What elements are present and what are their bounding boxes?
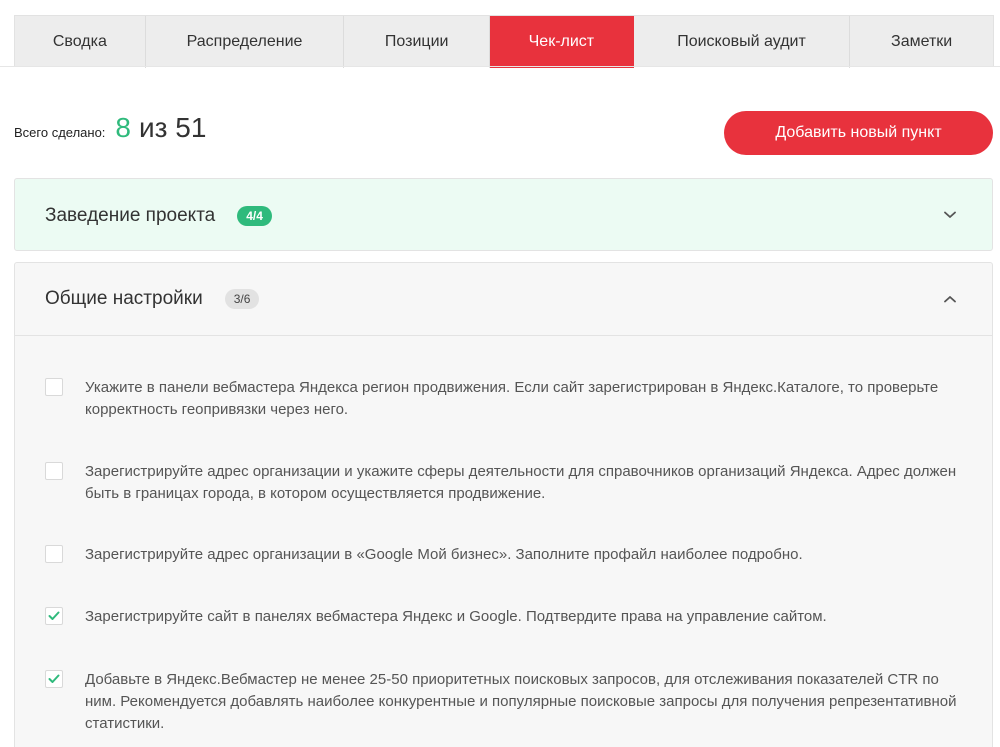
checklist-item-text: Зарегистрируйте адрес организации в «Goo… (85, 546, 803, 563)
section-header[interactable]: Заведение проекта 4/4 (15, 179, 992, 252)
tab-distribution[interactable]: Распределение (146, 16, 345, 68)
check-icon (48, 674, 60, 683)
section-project-setup: Заведение проекта 4/4 (14, 178, 993, 251)
progress-badge: 3/6 (224, 289, 260, 309)
checkbox[interactable] (45, 378, 63, 396)
tab-positions[interactable]: Позиции (344, 16, 491, 68)
checklist-item: Зарегистрируйте сайт в панелях вебмастер… (45, 606, 965, 628)
checkbox[interactable] (45, 462, 63, 480)
checklist-item-text: Зарегистрируйте адрес организации и укаж… (85, 463, 957, 502)
section-title: Заведение проекта (45, 204, 216, 226)
tab-search-audit[interactable]: Поисковый аудит (634, 16, 851, 68)
tab-label: Распределение (186, 33, 303, 50)
checkbox-checked[interactable] (45, 670, 63, 688)
chevron-down-icon[interactable] (942, 207, 958, 223)
checklist-item-text: Укажите в панели вебмастера Яндекса реги… (85, 379, 939, 418)
tab-label: Сводка (52, 33, 107, 50)
checklist-item-text: Добавьте в Яндекс.Вебмастер не менее 25-… (85, 671, 957, 732)
summary-label: Всего сделано: (14, 125, 106, 140)
done-count: 8 (115, 112, 131, 143)
checkbox[interactable] (45, 545, 63, 563)
checklist-item: Добавьте в Яндекс.Вебмастер не менее 25-… (45, 669, 965, 735)
add-new-item-button[interactable]: Добавить новый пункт (724, 111, 993, 155)
tab-summary[interactable]: Сводка (15, 16, 146, 68)
progress-badge: 4/4 (237, 205, 272, 226)
checklist-item: Зарегистрируйте адрес организации в «Goo… (45, 544, 965, 566)
check-icon (48, 611, 60, 620)
checklist-item-text: Зарегистрируйте сайт в панелях вебмастер… (85, 608, 827, 625)
tab-label: Поисковый аудит (677, 33, 806, 50)
tab-bar: Сводка Распределение Позиции Чек-лист По… (14, 15, 994, 68)
tab-notes[interactable]: Заметки (850, 16, 993, 68)
checklist-item: Зарегистрируйте адрес организации и укаж… (45, 461, 965, 505)
tab-label: Заметки (891, 33, 953, 50)
section-title: Общие настройки (45, 288, 203, 309)
section-general-settings: Общие настройки 3/6 Укажите в панели веб… (14, 262, 993, 747)
checklist-item: Укажите в панели вебмастера Яндекса реги… (45, 377, 965, 421)
tab-checklist[interactable]: Чек-лист (490, 16, 634, 68)
tab-label: Позиции (384, 33, 449, 50)
section-header[interactable]: Общие настройки 3/6 (15, 263, 992, 336)
chevron-up-icon[interactable] (942, 291, 958, 307)
total-count: из 51 (139, 112, 207, 143)
tab-divider (0, 66, 1000, 67)
progress-summary: Всего сделано: 8 из 51 (14, 112, 206, 152)
checkbox-checked[interactable] (45, 607, 63, 625)
tab-label: Чек-лист (528, 33, 595, 50)
